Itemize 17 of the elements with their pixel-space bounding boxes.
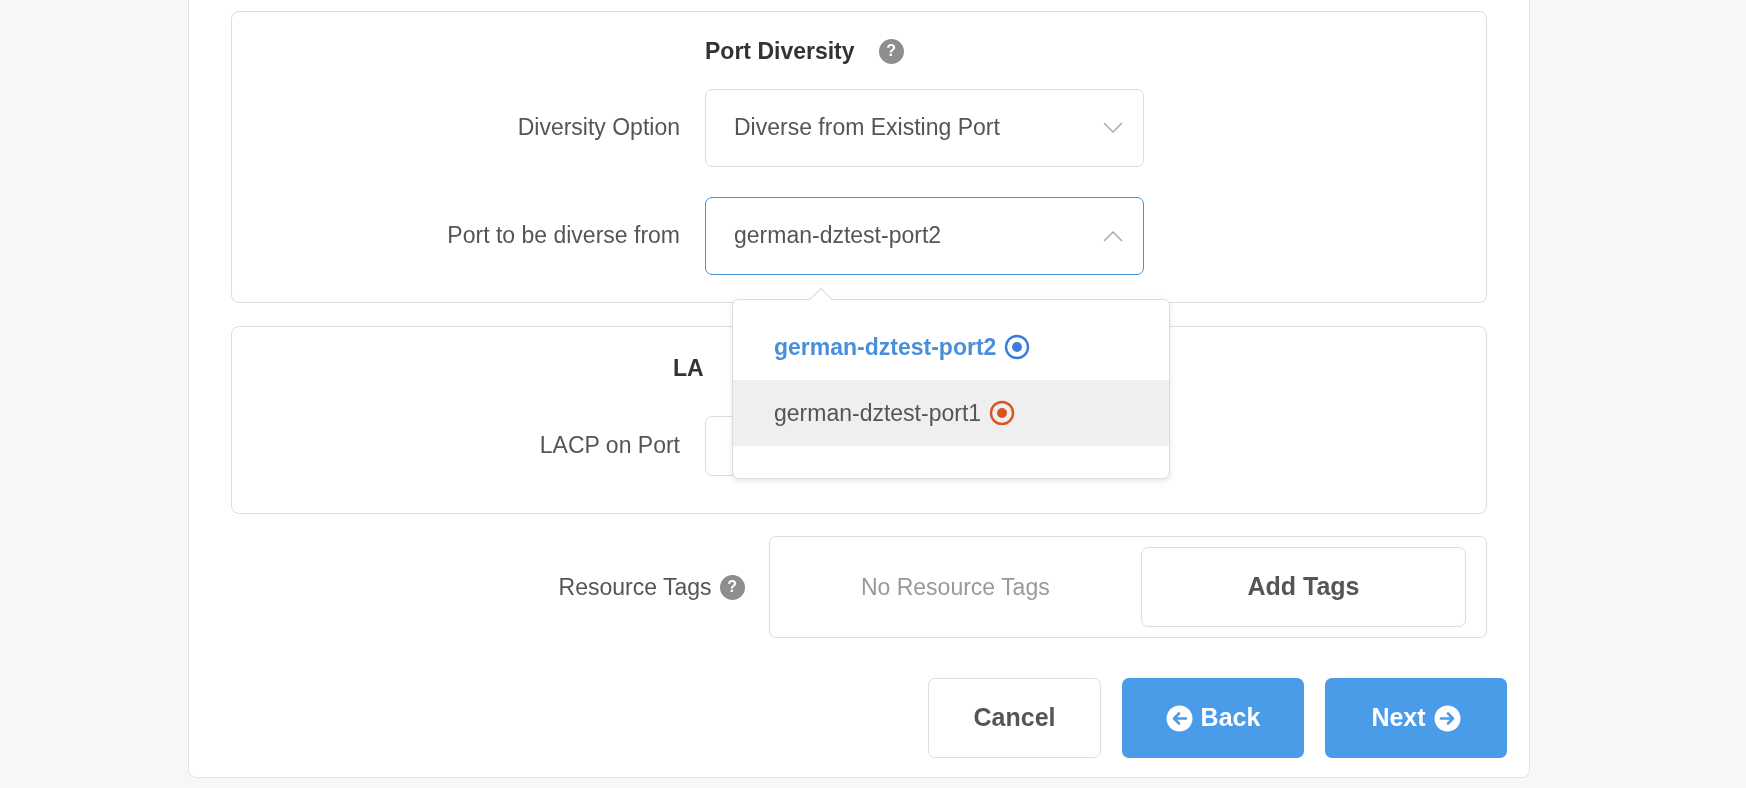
- help-icon[interactable]: ?: [878, 38, 904, 64]
- section-title: LA: [673, 354, 704, 383]
- chevron-icon: [1103, 121, 1123, 134]
- help-icon[interactable]: ?: [719, 574, 745, 600]
- select-field[interactable]: german-dztest-port2: [705, 196, 1144, 275]
- add-tags-button[interactable]: Add Tags: [1141, 547, 1466, 627]
- field-label: Diversity Option: [516, 113, 681, 143]
- empty-tags-text: No Resource Tags: [859, 572, 1051, 602]
- dropdown-option[interactable]: german-dztest-port1: [733, 380, 1169, 446]
- section-title: Port Diversity: [705, 37, 855, 66]
- cancel-button[interactable]: Cancel: [928, 678, 1101, 758]
- chevron-icon: [1103, 229, 1123, 242]
- field-label: Port to be diverse from: [446, 221, 681, 251]
- field-label: Resource Tags: [558, 572, 712, 602]
- field-label: LACP on Port: [538, 431, 681, 461]
- dropdown-option[interactable]: german-dztest-port2: [733, 314, 1169, 380]
- select-field[interactable]: Diverse from Existing Port: [705, 88, 1144, 167]
